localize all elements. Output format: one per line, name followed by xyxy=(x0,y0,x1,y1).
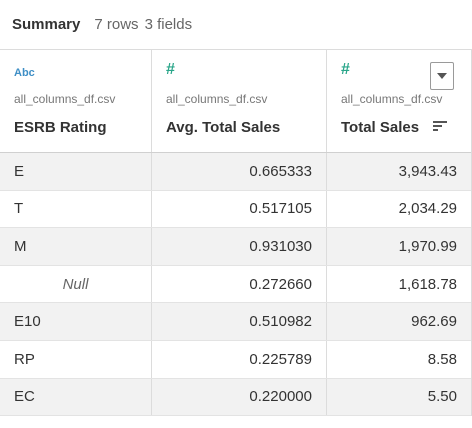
cell-esrb-rating[interactable]: EC xyxy=(0,378,152,416)
table-row[interactable]: E10 0.510982 962.69 xyxy=(0,303,471,341)
sort-descending-icon[interactable] xyxy=(433,119,447,133)
table-row[interactable]: E 0.665333 3,943.43 xyxy=(0,153,471,191)
cell-avg-total-sales[interactable]: 0.225789 xyxy=(152,340,327,378)
cell-total-sales[interactable]: 962.69 xyxy=(327,303,471,340)
column-name: Total Sales xyxy=(341,119,420,136)
table-row[interactable]: M 0.931030 1,970.99 xyxy=(0,228,471,266)
cell-esrb-rating[interactable]: RP xyxy=(0,340,152,378)
column-name: Avg. Total Sales xyxy=(166,119,281,136)
cell-total-sales[interactable]: 3,943.43 xyxy=(327,153,471,190)
cell-avg-total-sales[interactable]: 0.220000 xyxy=(152,378,327,416)
column-header-avg-total-sales[interactable]: # all_columns_df.csv Avg. Total Sales xyxy=(152,50,327,152)
column-menu-button[interactable] xyxy=(430,62,454,90)
string-type-icon: Abc xyxy=(14,67,35,79)
data-grid: Abc all_columns_df.csv ESRB Rating # all… xyxy=(0,50,472,417)
cell-total-sales[interactable]: 1,618.78 xyxy=(327,266,471,303)
cell-avg-total-sales[interactable]: 0.931030 xyxy=(152,228,327,265)
column-name: ESRB Rating xyxy=(14,119,107,136)
table-row[interactable]: Null 0.272660 1,618.78 xyxy=(0,265,471,304)
cell-avg-total-sales[interactable]: 0.272660 xyxy=(152,265,327,303)
number-type-icon: # xyxy=(166,61,175,78)
table-row[interactable]: T 0.517105 2,034.29 xyxy=(0,190,471,229)
table-row[interactable]: RP 0.225789 8.58 xyxy=(0,340,471,379)
cell-total-sales[interactable]: 8.58 xyxy=(327,341,471,378)
cell-esrb-rating[interactable]: E xyxy=(0,153,152,190)
table-row[interactable]: EC 0.220000 5.50 xyxy=(0,378,471,417)
column-source: all_columns_df.csv xyxy=(166,92,268,106)
cell-esrb-rating-null[interactable]: Null xyxy=(0,265,152,303)
summary-title: Summary xyxy=(12,16,81,33)
column-header-total-sales[interactable]: # all_columns_df.csv Total Sales xyxy=(327,50,471,152)
summary-stats: 7 rows 3 fields xyxy=(94,16,192,33)
cell-total-sales[interactable]: 5.50 xyxy=(327,379,471,416)
column-header-esrb-rating[interactable]: Abc all_columns_df.csv ESRB Rating xyxy=(0,50,152,152)
cell-avg-total-sales[interactable]: 0.665333 xyxy=(152,153,327,190)
cell-avg-total-sales[interactable]: 0.510982 xyxy=(152,303,327,340)
dropdown-arrow-icon xyxy=(437,72,447,79)
cell-total-sales[interactable]: 1,970.99 xyxy=(327,228,471,265)
field-count: 3 fields xyxy=(144,16,193,33)
header-row: Abc all_columns_df.csv ESRB Rating # all… xyxy=(0,50,471,153)
cell-esrb-rating[interactable]: M xyxy=(0,228,152,265)
cell-avg-total-sales[interactable]: 0.517105 xyxy=(152,190,327,228)
column-source: all_columns_df.csv xyxy=(341,92,443,106)
cell-esrb-rating[interactable]: E10 xyxy=(0,303,152,340)
summary-bar: Summary 7 rows 3 fields xyxy=(0,0,472,50)
cell-esrb-rating[interactable]: T xyxy=(0,190,152,228)
cell-total-sales[interactable]: 2,034.29 xyxy=(327,191,471,228)
number-type-icon: # xyxy=(341,61,350,78)
row-count: 7 rows xyxy=(94,16,139,33)
column-source: all_columns_df.csv xyxy=(14,92,116,106)
